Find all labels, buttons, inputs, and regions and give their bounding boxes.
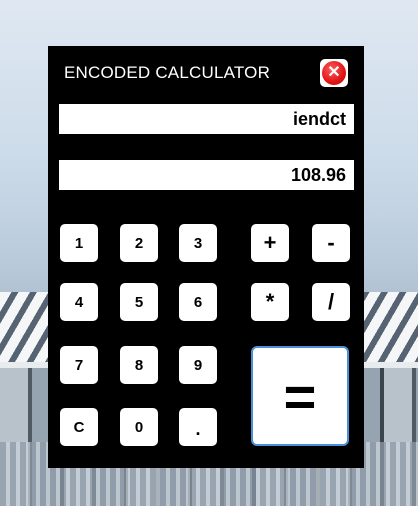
- subtract-button[interactable]: -: [312, 224, 350, 262]
- digit-9-button[interactable]: 9: [179, 346, 217, 384]
- equals-button[interactable]: =: [251, 346, 349, 446]
- multiply-button[interactable]: *: [251, 283, 289, 321]
- add-button[interactable]: +: [251, 224, 289, 262]
- clear-button[interactable]: C: [60, 408, 98, 446]
- digit-7-button[interactable]: 7: [60, 346, 98, 384]
- encoded-display-field[interactable]: [59, 104, 354, 134]
- digit-6-button[interactable]: 6: [179, 283, 217, 321]
- close-button[interactable]: ✕: [320, 59, 348, 87]
- digit-5-button[interactable]: 5: [120, 283, 158, 321]
- decoded-display-field[interactable]: [59, 160, 354, 190]
- window-title: ENCODED CALCULATOR: [64, 63, 271, 82]
- digit-0-button[interactable]: 0: [120, 408, 158, 446]
- close-icon: ✕: [322, 61, 346, 85]
- decimal-button[interactable]: .: [179, 408, 217, 446]
- digit-1-button[interactable]: 1: [60, 224, 98, 262]
- digit-4-button[interactable]: 4: [60, 283, 98, 321]
- digit-3-button[interactable]: 3: [179, 224, 217, 262]
- digit-2-button[interactable]: 2: [120, 224, 158, 262]
- divide-button[interactable]: /: [312, 283, 350, 321]
- digit-8-button[interactable]: 8: [120, 346, 158, 384]
- calculator-window: ENCODED CALCULATOR ✕ 1 2 3 + - 4 5 6 * /…: [48, 46, 364, 468]
